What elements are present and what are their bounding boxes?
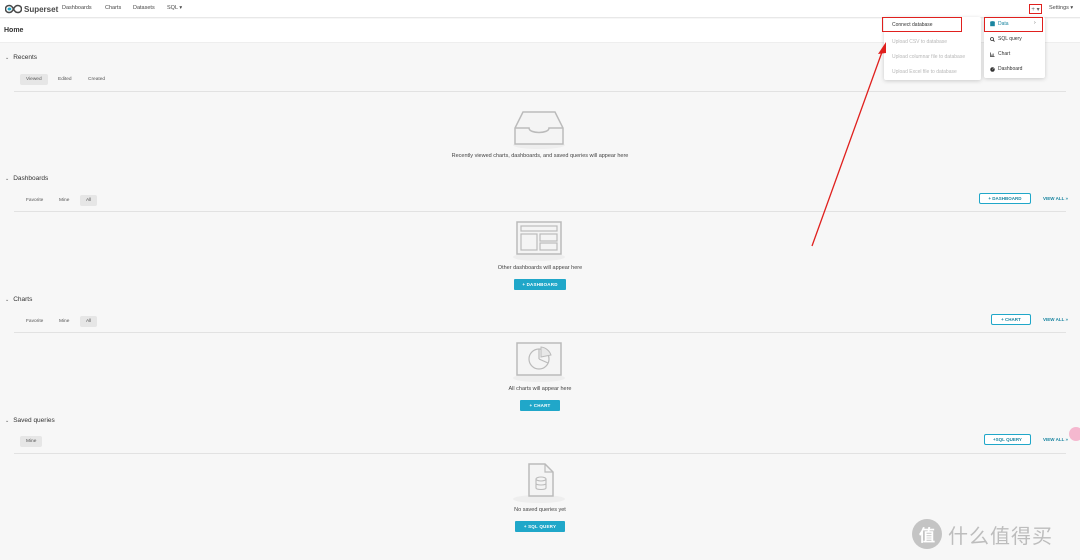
watermark-badge: 值 bbox=[912, 519, 942, 549]
annotation-arrow bbox=[811, 42, 886, 247]
floating-helper-icon[interactable] bbox=[1069, 427, 1080, 441]
watermark-text: 什么值得买 bbox=[948, 523, 1053, 548]
watermark: 值 什么值得买 bbox=[912, 519, 1053, 549]
